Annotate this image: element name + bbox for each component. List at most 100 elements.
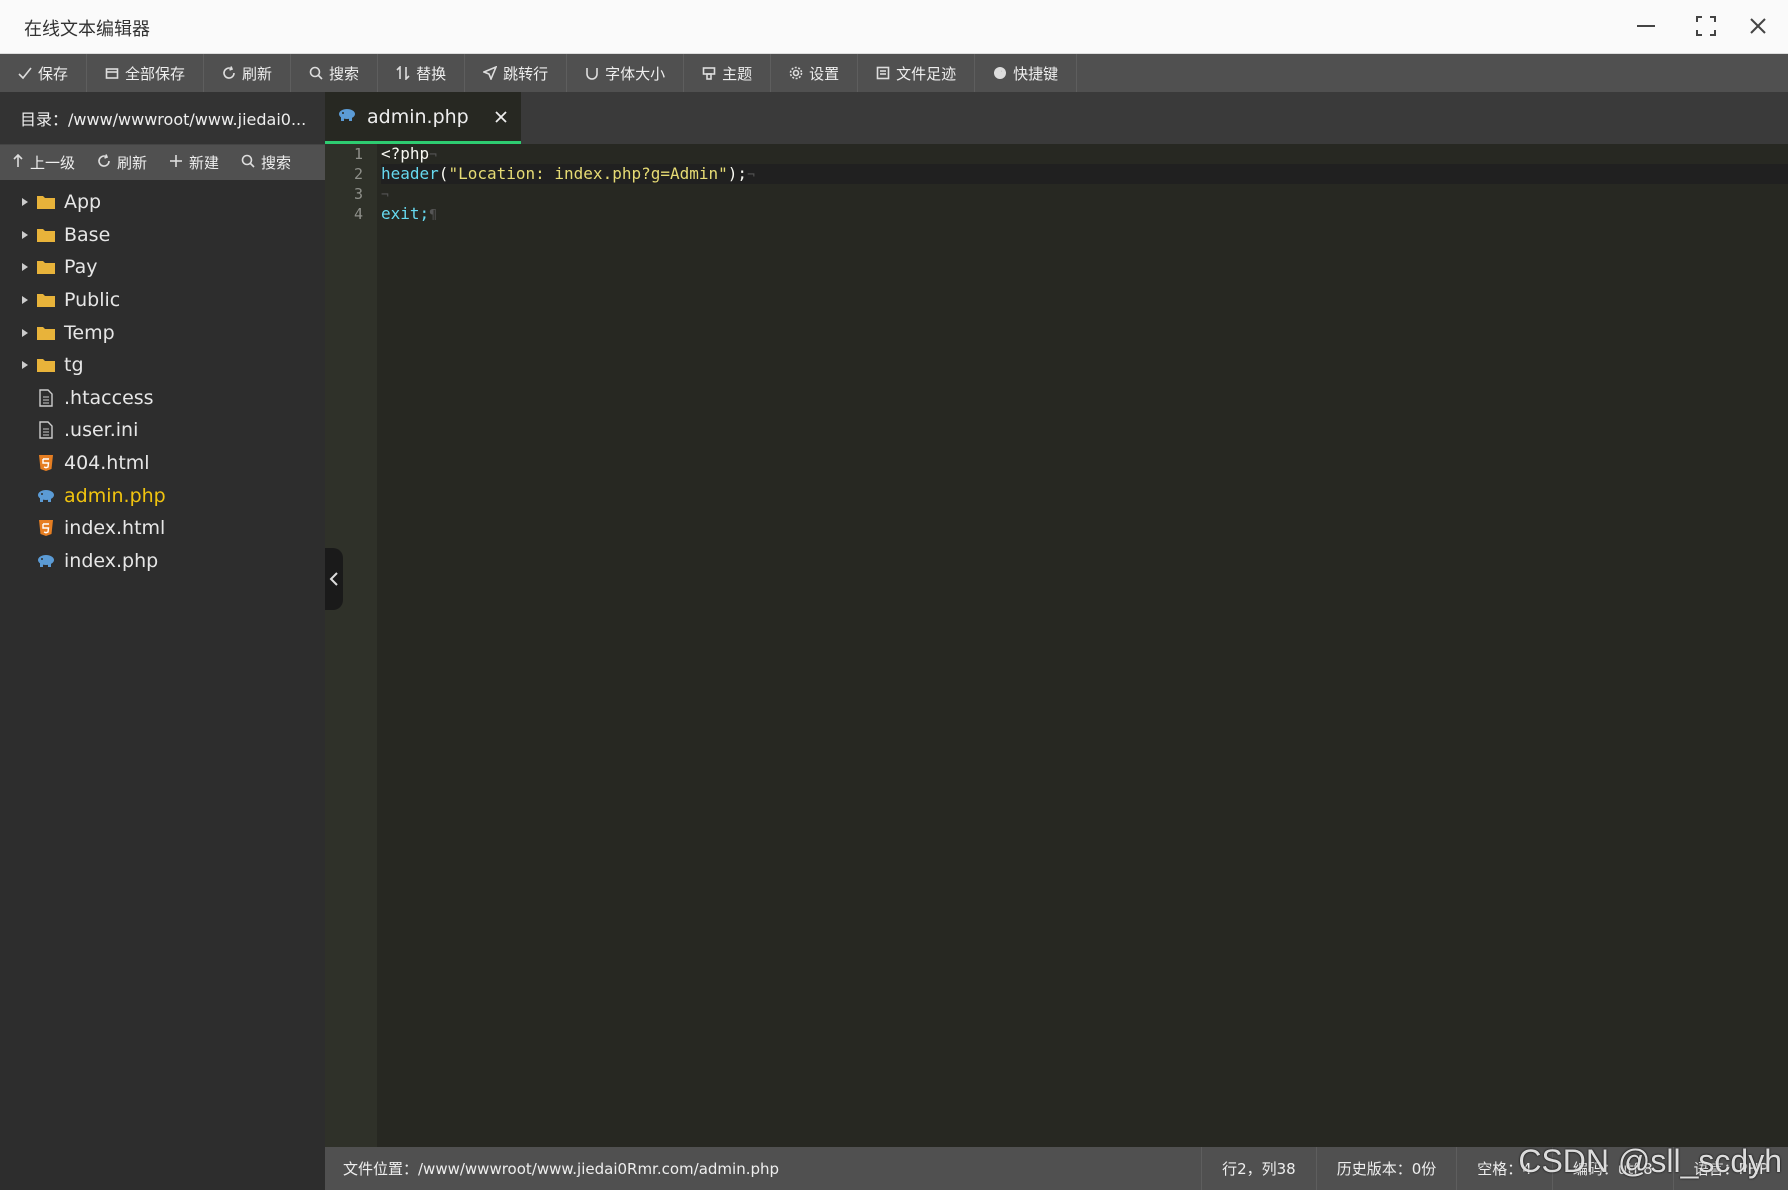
file-name: Base bbox=[64, 223, 111, 246]
save-all-button[interactable]: 全部保存 bbox=[87, 54, 205, 92]
settings-button[interactable]: 设置 bbox=[771, 54, 859, 92]
font-size-label: 字体大小 bbox=[605, 64, 666, 83]
directory-path: 目录：/www/wwwroot/www.jiedai0... bbox=[0, 92, 325, 144]
search-icon bbox=[241, 154, 255, 172]
file-name: .htaccess bbox=[64, 386, 154, 409]
sidebar-refresh-button[interactable]: 刷新 bbox=[85, 152, 157, 173]
close-icon bbox=[1750, 18, 1766, 34]
search-icon bbox=[309, 66, 323, 80]
history-icon bbox=[876, 66, 890, 80]
minimize-button[interactable] bbox=[1626, 8, 1666, 44]
file-name: index.html bbox=[64, 517, 166, 540]
tree-item-user-ini[interactable]: .user.ini bbox=[0, 414, 325, 447]
file-name: Pay bbox=[64, 256, 98, 279]
newline-marker: ¬ bbox=[747, 168, 755, 183]
tree-item-index-php[interactable]: index.php bbox=[0, 545, 325, 578]
file-history-button[interactable]: 文件足迹 bbox=[858, 54, 976, 92]
arrow-up-icon bbox=[12, 153, 24, 172]
search-label: 搜索 bbox=[329, 64, 360, 83]
tree-item-app[interactable]: App bbox=[0, 186, 325, 219]
folder-icon bbox=[36, 193, 56, 211]
save-all-label: 全部保存 bbox=[125, 64, 186, 83]
file-name: 404.html bbox=[64, 452, 150, 475]
replace-button[interactable]: 替换 bbox=[378, 54, 466, 92]
eof-marker: ¶ bbox=[429, 208, 437, 223]
line-number: 2 bbox=[353, 165, 363, 183]
tab-admin-php[interactable]: admin.php bbox=[325, 92, 521, 144]
parent-dir-button[interactable]: 上一级 bbox=[0, 152, 85, 173]
folder-icon bbox=[36, 258, 56, 276]
tree-item-admin-php[interactable]: admin.php bbox=[0, 479, 325, 512]
close-button[interactable] bbox=[1738, 8, 1778, 44]
search-button[interactable]: 搜索 bbox=[291, 54, 379, 92]
tree-item-temp[interactable]: Temp bbox=[0, 316, 325, 349]
refresh-label: 刷新 bbox=[242, 64, 273, 83]
code-editor[interactable]: 1 2 3 4 <?php¬ header("Location: index.p… bbox=[325, 144, 1788, 1147]
maximize-button[interactable] bbox=[1686, 8, 1726, 44]
shortcuts-button[interactable]: ? 快捷键 bbox=[975, 54, 1078, 92]
language-setting[interactable]: 语言：PHP bbox=[1672, 1147, 1788, 1190]
sidebar-search-label: 搜索 bbox=[261, 154, 292, 172]
replace-label: 替换 bbox=[416, 64, 447, 83]
font-size-button[interactable]: 字体大小 bbox=[567, 54, 685, 92]
folder-icon bbox=[36, 226, 56, 244]
sidebar-collapse-button[interactable] bbox=[325, 548, 343, 610]
line-number: 1 bbox=[353, 145, 363, 163]
tree-item-tg[interactable]: tg bbox=[0, 349, 325, 382]
editor-window: 在线文本编辑器 保存 全部保存 刷新 搜索 替换 跳转行 字体大小 主题 设置 … bbox=[0, 0, 1788, 1190]
tab-bar: admin.php bbox=[325, 92, 1788, 144]
folder-icon bbox=[36, 291, 56, 309]
main-toolbar: 保存 全部保存 刷新 搜索 替换 跳转行 字体大小 主题 设置 文件足迹 ? 快… bbox=[0, 54, 1788, 92]
newline-marker: ¬ bbox=[429, 148, 437, 163]
line-number: 4 bbox=[353, 205, 363, 223]
caret-right-icon bbox=[18, 262, 32, 272]
code-area[interactable]: <?php¬ header("Location: index.php?g=Adm… bbox=[381, 144, 1788, 224]
line-gutter: 1 2 3 4 bbox=[325, 144, 377, 1147]
file-name: Temp bbox=[64, 321, 115, 344]
status-bar: 文件位置：/www/wwwroot/www.jiedai0Rmr.com/adm… bbox=[325, 1147, 1788, 1190]
save-button[interactable]: 保存 bbox=[0, 54, 88, 92]
php-elephant-icon bbox=[36, 487, 56, 505]
save-all-icon bbox=[105, 66, 119, 80]
code-line-4: exit;¶ bbox=[381, 204, 437, 223]
file-location: 文件位置：/www/wwwroot/www.jiedai0Rmr.com/adm… bbox=[343, 1160, 780, 1178]
new-file-button[interactable]: 新建 bbox=[157, 152, 229, 173]
replace-icon bbox=[396, 66, 410, 80]
parent-dir-label: 上一级 bbox=[30, 154, 76, 172]
refresh-icon bbox=[222, 66, 236, 80]
shortcuts-label: 快捷键 bbox=[1013, 64, 1059, 83]
font-size-icon bbox=[585, 66, 599, 80]
tree-item-index-html[interactable]: index.html bbox=[0, 512, 325, 545]
goto-line-button[interactable]: 跳转行 bbox=[465, 54, 568, 92]
tree-item-htaccess[interactable]: .htaccess bbox=[0, 382, 325, 415]
minimize-icon bbox=[1637, 25, 1655, 27]
plus-icon bbox=[169, 154, 183, 172]
history-version[interactable]: 历史版本：0份 bbox=[1315, 1147, 1457, 1190]
sidebar-search-button[interactable]: 搜索 bbox=[229, 152, 301, 173]
file-name: admin.php bbox=[64, 484, 166, 507]
theme-button[interactable]: 主题 bbox=[684, 54, 772, 92]
tab-close-icon[interactable] bbox=[493, 109, 509, 125]
goto-line-label: 跳转行 bbox=[503, 64, 549, 83]
chevron-left-icon bbox=[329, 572, 338, 586]
refresh-button[interactable]: 刷新 bbox=[204, 54, 292, 92]
caret-right-icon bbox=[18, 197, 32, 207]
tree-item-404-html[interactable]: 404.html bbox=[0, 447, 325, 480]
indent-setting[interactable]: 空格：4 bbox=[1456, 1147, 1552, 1190]
file-history-label: 文件足迹 bbox=[896, 64, 957, 83]
sidebar-refresh-label: 刷新 bbox=[117, 154, 148, 172]
newline-marker: ¬ bbox=[381, 188, 389, 203]
line-number: 3 bbox=[353, 185, 363, 203]
tree-item-base[interactable]: Base bbox=[0, 219, 325, 252]
settings-label: 设置 bbox=[809, 64, 840, 83]
file-sidebar: 目录：/www/wwwroot/www.jiedai0... 上一级 刷新 新建… bbox=[0, 92, 325, 1190]
encoding-setting[interactable]: 编码：utf-8 bbox=[1551, 1147, 1673, 1190]
folder-icon bbox=[36, 324, 56, 342]
html5-icon bbox=[36, 454, 56, 472]
file-name: tg bbox=[64, 354, 84, 377]
html5-icon bbox=[36, 519, 56, 537]
tree-item-public[interactable]: Public bbox=[0, 284, 325, 317]
text-file-icon bbox=[36, 421, 56, 440]
tree-item-pay[interactable]: Pay bbox=[0, 251, 325, 284]
cursor-position: 行2，列38 bbox=[1201, 1147, 1316, 1190]
